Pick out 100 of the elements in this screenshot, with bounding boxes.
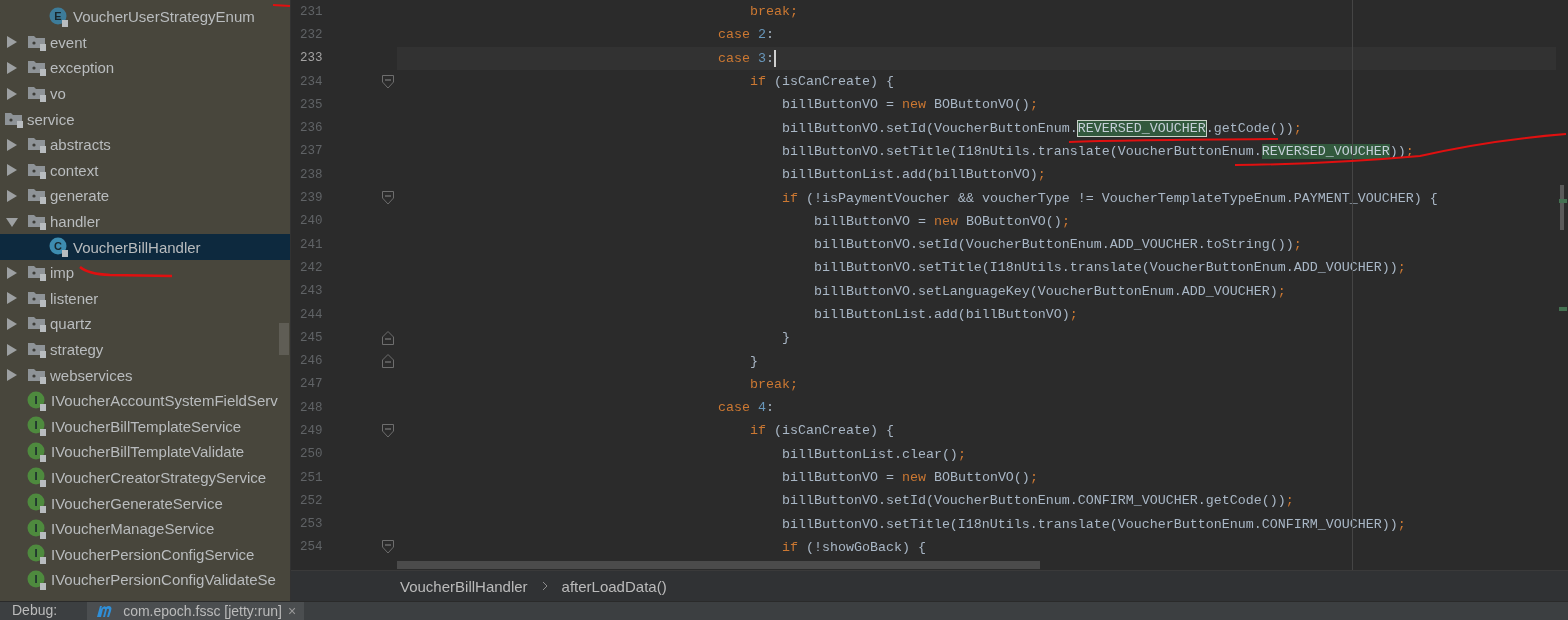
fold-marker-icon[interactable] (382, 424, 394, 438)
fold-marker-icon[interactable] (382, 540, 394, 555)
folder-icon (28, 264, 46, 282)
line-number: 244 (299, 307, 324, 322)
scrollbar-thumb[interactable] (279, 323, 289, 355)
fold-end-marker-icon[interactable] (382, 330, 394, 345)
tree-item[interactable]: listener (0, 285, 290, 312)
code-line: break; (748, 3, 799, 22)
code-line: billButtonVO = new BOButtonVO(); (812, 212, 1071, 231)
collapsed-arrow-icon[interactable] (5, 265, 19, 280)
folder-icon (28, 341, 46, 358)
tree-item[interactable]: I IVoucherBillTemplateService (0, 413, 290, 440)
code-line: } (748, 352, 759, 371)
line-number: 234 (299, 74, 324, 89)
line-number: 236 (299, 121, 324, 136)
collapsed-arrow-icon[interactable] (5, 291, 19, 306)
collapsed-arrow-icon[interactable] (5, 137, 19, 152)
collapsed-arrow-icon[interactable] (5, 35, 19, 50)
debug-tab[interactable]: com.epoch.fssc [jetty:run] × (87, 602, 305, 620)
breadcrumb[interactable]: VoucherBillHandler (400, 577, 528, 595)
tree-item[interactable]: generate (0, 183, 290, 209)
collapsed-arrow-icon[interactable] (5, 61, 19, 75)
line-number: 252 (299, 493, 324, 508)
code-line: billButtonVO.setTitle(I18nUtils.translate(VoucherButtonEnum.ADD_VOUCHER)); (812, 259, 1407, 278)
tree-item[interactable]: I IVoucherBillTemplateValidate (0, 439, 290, 465)
tree-item[interactable]: event (0, 29, 290, 56)
code-line: billButtonVO = new BOButtonVO(); (780, 96, 1039, 115)
code-line: } (780, 329, 791, 348)
line-number: 237 (299, 144, 324, 159)
fold-marker-icon[interactable] (382, 191, 394, 205)
tree-item[interactable]: I IVoucherAccountSystemFieldServ (0, 387, 290, 414)
collapsed-arrow-icon[interactable] (5, 86, 19, 101)
close-icon[interactable]: × (287, 602, 297, 620)
tree-item[interactable]: I IVoucherPersionConfigService (0, 541, 290, 568)
line-number: 238 (299, 167, 324, 182)
tree-item[interactable]: I IVoucherGenerateService (0, 490, 290, 516)
tree-item[interactable]: I IVoucherPersionConfigValidateSe (0, 567, 290, 593)
collapsed-arrow-icon[interactable] (5, 342, 19, 357)
class-icon: C (49, 237, 69, 258)
code-line: billButtonList.add(billButtonVO); (780, 166, 1047, 185)
code-line: billButtonVO.setId(VoucherButtonEnum.ADD_VOUCHER.toString()); (812, 236, 1303, 255)
vertical-scrollbar-thumb[interactable] (1560, 185, 1564, 230)
line-number: 242 (299, 260, 324, 275)
tree-item[interactable]: I IVoucherManageService (0, 515, 290, 542)
line-number: 250 (299, 447, 324, 462)
annotation-stroke (272, 4, 291, 7)
line-number: 254 (299, 540, 324, 555)
folder-icon (28, 187, 46, 205)
code-line: billButtonVO = new BOButtonVO(); (780, 469, 1039, 488)
tree-item[interactable]: webservices (0, 362, 290, 388)
tree-item[interactable]: quartz (0, 311, 290, 337)
folder-icon (28, 289, 46, 307)
line-number: 251 (299, 470, 324, 485)
code-line: billButtonVO.setId(VoucherButtonEnum.CONFIRM_VOUCHER.getCode()); (780, 492, 1295, 511)
line-number: 235 (299, 97, 324, 112)
tree-item[interactable]: context (0, 157, 290, 184)
folder-icon (28, 315, 46, 333)
line-number: 240 (299, 214, 324, 229)
tree-item[interactable]: I IVoucherCreatorStrategyService (0, 464, 290, 491)
folder-icon (28, 161, 46, 179)
tree-item[interactable]: E VoucherUserStrategyEnum (0, 4, 290, 30)
collapsed-arrow-icon[interactable] (5, 316, 19, 331)
line-number: 233 (299, 51, 324, 66)
code-line: billButtonList.add(billButtonVO); (812, 306, 1079, 324)
class-icon: I (27, 416, 47, 437)
tree-item[interactable]: vo (0, 80, 290, 107)
line-number: 247 (299, 377, 324, 392)
collapsed-arrow-icon[interactable] (5, 188, 19, 203)
tree-item[interactable]: abstracts (0, 131, 290, 158)
collapsed-arrow-icon[interactable] (5, 163, 19, 178)
tree-item[interactable]: handler (0, 208, 290, 235)
tree-item[interactable]: imp (0, 259, 290, 286)
breadcrumb[interactable]: afterLoadData() (561, 577, 667, 595)
code-line: if (!isPaymentVoucher && voucherType != VoucherTemplateTypeEnum.PAYMENT_VOUCHER) { (780, 189, 1439, 208)
code-line: billButtonVO.setLanguageKey(VoucherButtonEnum.ADD_VOUCHER); (812, 282, 1287, 301)
fold-end-marker-icon[interactable] (382, 354, 394, 369)
class-icon: I (27, 544, 47, 565)
tree-item[interactable]: service (0, 106, 290, 132)
folder-icon (28, 136, 46, 154)
fold-marker-icon[interactable] (382, 74, 394, 89)
line-number: 232 (299, 27, 324, 42)
collapsed-arrow-icon[interactable] (5, 368, 19, 383)
chevron-icon (541, 581, 548, 591)
code-line: billButtonList.clear(); (780, 445, 967, 464)
class-icon: I (27, 518, 47, 539)
code-line: if (isCanCreate) { (748, 422, 895, 441)
tree-item[interactable]: exception (0, 55, 290, 81)
line-number: 249 (299, 424, 324, 438)
folder-icon (28, 85, 46, 103)
horizontal-scrollbar-thumb[interactable] (397, 561, 1040, 569)
tree-item[interactable]: strategy (0, 336, 290, 363)
change-marker (1559, 199, 1567, 203)
code-line: billButtonVO.setTitle(I18nUtils.translate(VoucherButtonEnum.CONFIRM_VOUCHER)); (780, 515, 1407, 534)
code-line: case 2: (716, 26, 775, 45)
folder-icon (28, 366, 46, 384)
class-icon: E (49, 6, 69, 27)
tree-item[interactable]: C VoucherBillHandler (0, 234, 290, 260)
line-number: 241 (299, 237, 324, 252)
folder-icon (5, 110, 23, 128)
change-marker (1559, 307, 1567, 311)
